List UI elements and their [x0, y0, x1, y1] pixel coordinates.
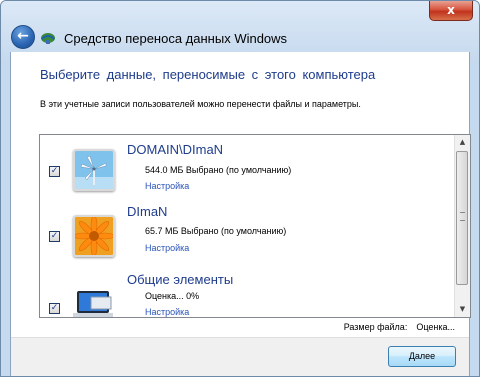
- computer-icon: [73, 287, 115, 317]
- file-size-value: Оценка...: [416, 322, 455, 332]
- account-checkbox[interactable]: ✓: [49, 231, 60, 242]
- account-title: DOMAIN\DImaN: [127, 142, 224, 157]
- account-size: Оценка... 0%: [145, 291, 200, 301]
- scroll-grip-icon: [460, 212, 465, 221]
- close-button[interactable]: x: [429, 1, 473, 21]
- flower-avatar-icon: [73, 215, 115, 257]
- transfer-wizard-window: x ← Средство переноса данных Windows Выб…: [0, 0, 480, 377]
- content-panel: Выберите данные, переносимые с этого ком…: [10, 52, 471, 376]
- back-button[interactable]: ←: [11, 25, 35, 49]
- account-checkbox[interactable]: ✓: [49, 303, 60, 314]
- customize-link[interactable]: Настройка: [145, 181, 189, 191]
- list-item-domain-user[interactable]: ✓ DOMAIN\DImaN 544.0 МБ Выбрано (по умол…: [40, 135, 454, 205]
- windmill-avatar-icon: [73, 149, 115, 191]
- scroll-thumb[interactable]: [456, 151, 468, 285]
- account-size: 544.0 МБ Выбрано (по умолчанию): [145, 165, 292, 175]
- title-bar: ← Средство переноса данных Windows: [11, 25, 469, 51]
- list-item-shared-items[interactable]: ✓ Общие элементы Оценка... 0% Настройка: [40, 272, 454, 317]
- customize-link[interactable]: Настройка: [145, 307, 189, 317]
- command-bar: Далее: [11, 337, 469, 376]
- scroll-up-arrow-icon[interactable]: ▲: [455, 135, 470, 150]
- file-size-readout: Размер файла: Оценка...: [344, 322, 455, 332]
- window-title: Средство переноса данных Windows: [64, 31, 288, 46]
- easy-transfer-app-icon: [40, 30, 56, 44]
- account-title: Общие элементы: [127, 272, 234, 287]
- page-description: В эти учетные записи пользователей можно…: [40, 99, 361, 109]
- list-scrollbar[interactable]: ▲ ▼: [454, 135, 470, 317]
- account-title: DImaN: [127, 204, 168, 219]
- account-size: 65.7 МБ Выбрано (по умолчанию): [145, 226, 287, 236]
- scroll-down-arrow-icon[interactable]: ▼: [455, 302, 470, 317]
- list-item-local-user[interactable]: ✓ DImaN 65.7 МБ Выбрано (по умолчанию) Н…: [40, 204, 454, 275]
- accounts-list[interactable]: ✓ DOMAIN\DImaN 544.0 МБ Выбрано (по умол…: [39, 134, 471, 318]
- file-size-label: Размер файла:: [343, 322, 408, 332]
- next-button[interactable]: Далее: [388, 346, 456, 367]
- account-checkbox[interactable]: ✓: [49, 166, 60, 177]
- page-heading: Выберите данные, переносимые с этого ком…: [40, 67, 376, 82]
- customize-link[interactable]: Настройка: [145, 243, 189, 253]
